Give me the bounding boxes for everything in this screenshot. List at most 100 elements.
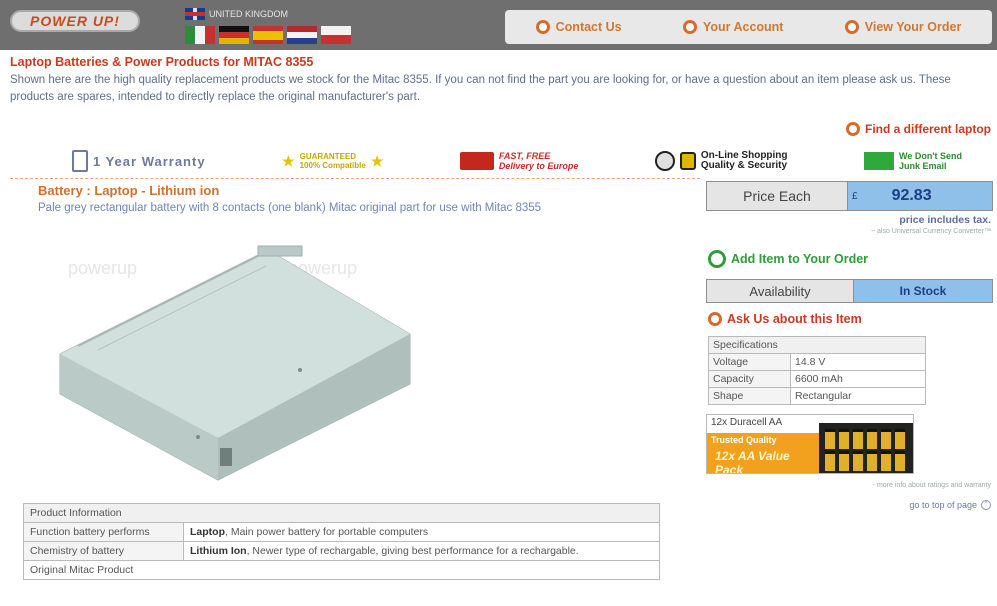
circle-arrow-icon xyxy=(535,20,550,34)
row-label: Function battery performs xyxy=(23,522,184,542)
intro-text: Shown here are the high quality replacem… xyxy=(10,74,951,103)
battery-cell xyxy=(853,451,863,471)
battery-cell xyxy=(881,451,891,471)
certificate-icon xyxy=(654,151,675,171)
view-order-link[interactable]: View Your Order xyxy=(844,20,962,34)
table-row: Voltage 14.8 V xyxy=(708,353,926,371)
promo-band-text: Trusted Quality xyxy=(711,435,777,445)
netherlands-flag-icon[interactable] xyxy=(287,26,317,44)
promo-script: 12x AA Value Pack xyxy=(715,449,790,474)
guarantee-badge: ★ GUARANTEED 100% Compatible ★ xyxy=(282,152,383,170)
row-value: Laptop, Main power battery for portable … xyxy=(183,522,660,542)
junk-line2: Junk Email xyxy=(899,161,947,171)
spec-label: Voltage xyxy=(708,353,791,371)
divider xyxy=(10,178,700,179)
spec-value: 6600 mAh xyxy=(790,370,926,388)
warranty-badge: 1 Year Warranty xyxy=(72,150,206,172)
italy-flag-icon[interactable] xyxy=(185,26,215,44)
table-row: Original Mitac Product xyxy=(23,560,660,580)
security-line2: Quality & Security xyxy=(700,160,788,171)
spec-value: Rectangular xyxy=(790,387,926,405)
junk-line1: We Don't Send xyxy=(899,151,962,161)
row-value-bold: Lithium Ion xyxy=(190,545,247,557)
specifications-table: Specifications Voltage 14.8 V Capacity 660… xyxy=(708,336,926,405)
find-different-laptop-link[interactable]: Find a different laptop xyxy=(846,122,991,136)
region-label: UNITED KINGDOM xyxy=(209,9,289,19)
logo-text: POWER UP! xyxy=(30,13,120,29)
up-arrow-icon: ^ xyxy=(981,500,991,510)
top-navigation: Contact Us Your Account View Your Order xyxy=(505,10,992,44)
contact-us-link[interactable]: Contact Us xyxy=(535,20,622,34)
row-value-bold: Laptop xyxy=(190,526,225,538)
language-flags xyxy=(185,26,351,44)
battery-icon xyxy=(72,150,88,172)
availability-value: In Stock xyxy=(854,280,992,302)
delivery-badge: FAST, FREE Delivery to Europe xyxy=(459,151,579,171)
delivery-line1: FAST, FREE xyxy=(498,151,551,161)
row-value-text: , Main power battery for portable comput… xyxy=(225,526,429,538)
product-information-table: Product Information Function battery per… xyxy=(23,503,660,580)
spain-flag-icon[interactable] xyxy=(253,26,283,44)
currency-converter-link[interactable]: ~ also Universal Currency Converter™ xyxy=(871,228,991,235)
circle-arrow-icon xyxy=(708,250,726,268)
battery-cell xyxy=(867,429,877,449)
powerup-logo[interactable]: POWER UP! xyxy=(10,10,140,32)
add-order-label: Add Item to Your Order xyxy=(731,252,869,266)
battery-cell xyxy=(895,451,905,471)
availability-box: Availability In Stock xyxy=(706,279,993,303)
truck-icon xyxy=(459,152,494,170)
star-icon: ★ xyxy=(282,152,295,169)
duracell-promo-banner[interactable]: 12x Duracell AA Trusted Quality 12x AA V… xyxy=(706,414,914,474)
spec-label: Capacity xyxy=(708,370,791,388)
battery-cell xyxy=(839,429,849,449)
row-label: Chemistry of battery xyxy=(23,541,184,561)
circle-arrow-icon xyxy=(844,20,859,34)
circle-arrow-icon xyxy=(682,20,697,34)
tax-note: price includes tax. xyxy=(899,214,991,226)
price-value: 92.83 xyxy=(891,187,932,204)
battery-cell xyxy=(825,451,835,471)
spec-label: Shape xyxy=(708,387,791,405)
table-row: Function battery performs Laptop, Main p… xyxy=(23,522,660,542)
promo-title: 12x Duracell AA xyxy=(711,417,783,428)
add-to-order-button[interactable]: Add Item to Your Order xyxy=(708,250,868,268)
battery-cell xyxy=(867,451,877,471)
battery-cell xyxy=(881,429,891,449)
lock-icon xyxy=(679,152,696,170)
warranty-text: 1 Year Warranty xyxy=(93,153,206,169)
currency-symbol: £ xyxy=(852,190,858,202)
delivery-line2: Delivery to Europe xyxy=(498,161,579,171)
page-title: Laptop Batteries & Power Products for MI… xyxy=(10,55,314,69)
battery-cell xyxy=(895,429,905,449)
top-link-label: go to top of page xyxy=(909,500,977,510)
specs-header: Specifications xyxy=(708,336,926,354)
envelope-icon xyxy=(864,152,894,170)
battery-cell xyxy=(853,429,863,449)
no-junk-email-badge: We Don't Send Junk Email xyxy=(864,151,962,171)
security-badge: On-Line Shopping Quality & Security xyxy=(654,151,788,171)
spec-value: 14.8 V xyxy=(790,353,926,371)
uk-flag-icon[interactable] xyxy=(185,8,205,20)
battery-cell xyxy=(825,429,835,449)
ratings-warranty-link[interactable]: - more info about ratings and warranty xyxy=(873,482,991,489)
nav-label: Your Account xyxy=(702,20,784,34)
guarantee-line1: GUARANTEED xyxy=(299,152,357,161)
circle-arrow-icon xyxy=(708,312,722,326)
price-box: Price Each £92.83 xyxy=(706,181,993,211)
nav-label: Contact Us xyxy=(555,20,622,34)
your-account-link[interactable]: Your Account xyxy=(682,20,784,34)
product-description: Pale grey rectangular battery with 8 con… xyxy=(38,202,542,214)
czech-flag-icon[interactable] xyxy=(321,26,351,44)
germany-flag-icon[interactable] xyxy=(219,26,249,44)
row-label: Original Mitac Product xyxy=(23,560,660,580)
table-row: Capacity 6600 mAh xyxy=(708,370,926,388)
guarantee-line2: 100% Compatible xyxy=(299,161,366,170)
go-to-top-link[interactable]: go to top of page ^ xyxy=(909,500,991,510)
product-info-header: Product Information xyxy=(23,503,660,523)
table-row: Chemistry of battery Lithium Ion, Newer … xyxy=(23,541,660,561)
price-label: Price Each xyxy=(707,182,848,210)
header-bar: POWER UP! UNITED KINGDOM Contact Us Your… xyxy=(0,0,997,50)
nav-label: View Your Order xyxy=(864,20,962,34)
ask-about-item-link[interactable]: Ask Us about this Item xyxy=(708,312,862,326)
table-row: Shape Rectangular xyxy=(708,387,926,405)
